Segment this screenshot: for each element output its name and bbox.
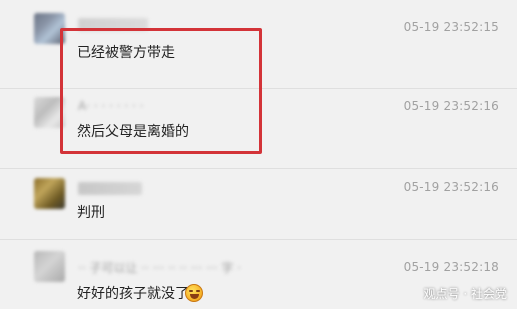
avatar[interactable] [34, 251, 65, 282]
username[interactable] [78, 18, 148, 31]
comment-text: 判刑 [77, 205, 105, 221]
username[interactable]: ·· 子可以让 ·· ··· ·· ·· ··· ··· 字 · [78, 262, 308, 275]
username[interactable] [78, 182, 142, 195]
emoji-mouth [190, 294, 199, 299]
timestamp: 05-19 23:52:18 [403, 260, 499, 274]
comment-feed: 05-19 23:52:15 已经被警方带走 A· · · · · · · · … [0, 0, 517, 309]
comment-text: 已经被警方带走 [77, 45, 175, 61]
laughing-crying-emoji-icon [185, 284, 203, 302]
timestamp: 05-19 23:52:15 [403, 20, 499, 34]
timestamp: 05-19 23:52:16 [403, 99, 499, 113]
comment-text: 好好的孩子就没了 [77, 286, 189, 302]
emoji-eye-left [189, 290, 193, 292]
comment-text: 然后父母是离婚的 [77, 124, 189, 140]
emoji-eye-right [196, 290, 200, 292]
watermark: 观点号 · 社会党 [423, 287, 507, 301]
avatar[interactable] [34, 97, 65, 128]
timestamp: 05-19 23:52:16 [403, 180, 499, 194]
comment-item: 05-19 23:52:15 已经被警方带走 [0, 0, 517, 89]
comment-item: 05-19 23:52:16 判刑 [0, 169, 517, 240]
comment-item: A· · · · · · · · 05-19 23:52:16 然后父母是离婚的 [0, 89, 517, 169]
avatar[interactable] [34, 13, 65, 44]
username[interactable]: A· · · · · · · · [78, 100, 143, 113]
avatar[interactable] [34, 178, 65, 209]
